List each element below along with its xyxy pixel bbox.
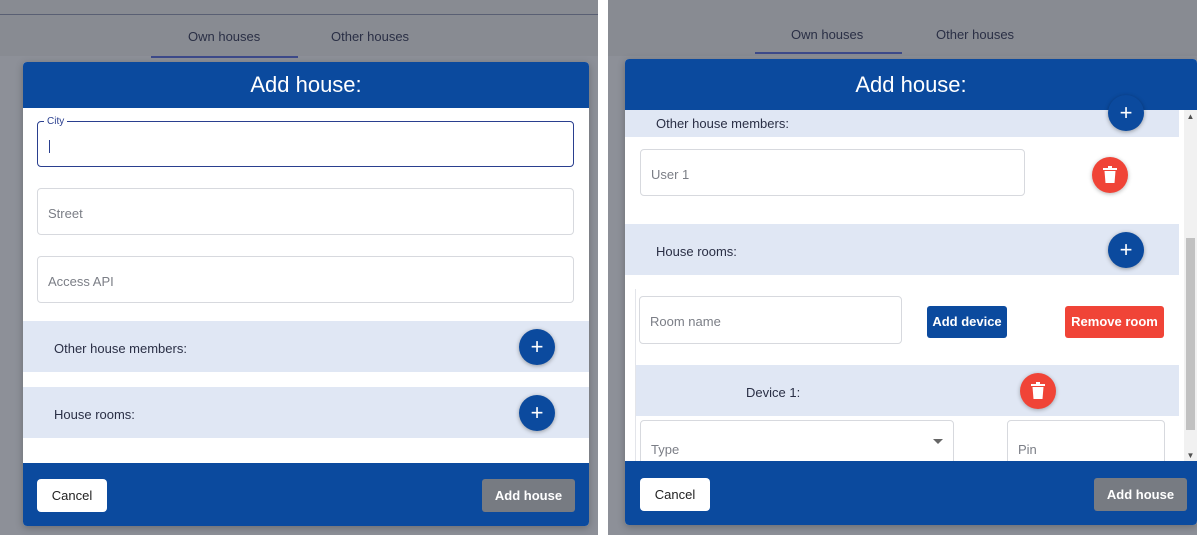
device-section: Device 1: [636, 365, 1179, 416]
add-house-dialog: Add house: Other house members: + User 1… [625, 59, 1197, 525]
text-cursor [49, 140, 50, 153]
plus-icon: + [1119, 100, 1133, 125]
rooms-section-label: House rooms: [54, 407, 135, 422]
pin-placeholder: Pin [1018, 442, 1037, 457]
add-member-button[interactable]: + [1108, 95, 1144, 131]
add-member-button[interactable]: + [519, 329, 555, 365]
trash-icon [1031, 382, 1045, 399]
rooms-section: House rooms: + [23, 387, 589, 438]
chevron-down-icon [933, 439, 943, 444]
active-tab-indicator [151, 56, 298, 58]
tab-bar: Own houses Other houses [0, 0, 598, 56]
user-field[interactable]: User 1 [640, 149, 1025, 196]
street-placeholder: Street [48, 206, 83, 221]
dialog-title: Add house: [23, 62, 589, 108]
add-house-dialog: Add house: City Street Access API Other … [23, 62, 589, 526]
room-name-placeholder: Room name [650, 314, 721, 329]
tab-other-houses[interactable]: Other houses [936, 27, 1014, 42]
room-name-field[interactable]: Room name [639, 296, 902, 344]
tab-other-houses[interactable]: Other houses [331, 29, 409, 44]
dialog-footer: Cancel Add house [23, 463, 589, 526]
members-section: Other house members: + [23, 321, 589, 372]
pin-field[interactable]: Pin [1007, 420, 1165, 466]
dialog-scrollbar[interactable]: ▲ ▼ [1184, 110, 1197, 462]
add-house-button[interactable]: Add house [482, 479, 575, 512]
left-screenshot-pane: Own houses Other houses Add house: City … [0, 0, 598, 535]
plus-icon: + [530, 334, 544, 359]
trash-icon [1103, 166, 1117, 183]
scroll-thumb[interactable] [1186, 238, 1195, 430]
type-placeholder: Type [651, 442, 680, 457]
plus-icon: + [530, 400, 544, 425]
access-api-field[interactable]: Access API [37, 256, 574, 303]
tab-bar-divider [0, 14, 598, 15]
tab-own-houses[interactable]: Own houses [791, 27, 863, 42]
device-label: Device 1: [746, 385, 801, 400]
members-section-label: Other house members: [54, 341, 187, 356]
city-field[interactable]: City [37, 116, 574, 167]
tab-bar: Own houses Other houses [608, 0, 1197, 56]
dialog-footer: Cancel Add house [625, 461, 1197, 525]
active-tab-indicator [755, 52, 902, 54]
scroll-up-arrow[interactable]: ▲ [1184, 110, 1197, 123]
add-room-button[interactable]: + [1108, 232, 1144, 268]
add-house-button[interactable]: Add house [1094, 478, 1187, 511]
remove-room-button[interactable]: Remove room [1065, 306, 1164, 338]
add-room-button[interactable]: + [519, 395, 555, 431]
right-screenshot-pane: Own houses Other houses Add house: Other… [608, 0, 1197, 535]
rooms-section: House rooms: + [625, 224, 1179, 275]
city-field-label: City [44, 116, 68, 127]
plus-icon: + [1119, 237, 1133, 262]
tab-own-houses[interactable]: Own houses [188, 29, 260, 44]
street-field[interactable]: Street [37, 188, 574, 235]
access-api-placeholder: Access API [48, 274, 114, 289]
cancel-button[interactable]: Cancel [640, 478, 710, 511]
delete-device-button[interactable] [1020, 373, 1056, 409]
add-device-button[interactable]: Add device [927, 306, 1007, 338]
user-placeholder: User 1 [651, 167, 690, 182]
members-section: Other house members: [625, 110, 1179, 137]
type-select[interactable]: Type [640, 420, 954, 466]
cancel-button[interactable]: Cancel [37, 479, 107, 512]
delete-user-button[interactable] [1092, 157, 1128, 193]
rooms-section-label: House rooms: [656, 244, 737, 259]
members-section-label: Other house members: [656, 116, 789, 131]
